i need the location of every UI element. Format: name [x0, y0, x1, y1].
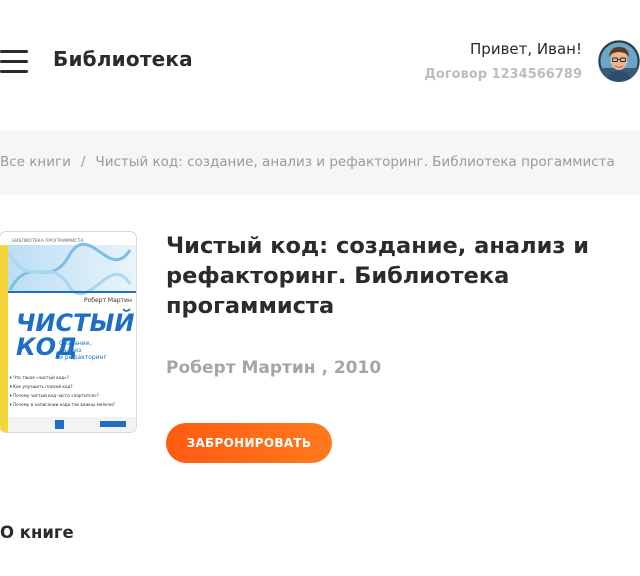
- cover-bullet: Почему чистый код часто «портится»?: [13, 393, 99, 398]
- avatar[interactable]: [598, 40, 640, 82]
- cover-subtitle-line3: и рефакторинг: [59, 354, 107, 361]
- about-book-heading: О книге: [0, 523, 74, 542]
- breadcrumb-separator: /: [80, 154, 86, 170]
- contract-number: Договор 1234566789: [424, 67, 582, 82]
- breadcrumb-current[interactable]: Чистый код: создание, анализ и рефактори…: [95, 154, 614, 170]
- menu-icon[interactable]: [0, 50, 28, 74]
- user-avatar-icon: [598, 40, 640, 82]
- cover-series: БИБЛИОТЕКА ПРОГРАММИСТА: [12, 238, 84, 244]
- cover-bullet: Почему в написании кода так важны мелочи…: [13, 402, 115, 407]
- app-title: Библиотека: [53, 47, 193, 71]
- breadcrumb-all-books-link[interactable]: Все книги: [0, 154, 71, 170]
- book-title: Чистый код: создание, анализ и рефактори…: [166, 233, 590, 319]
- book-cover: БИБЛИОТЕКА ПРОГРАММИСТА Роберт Мартин ЧИ…: [0, 232, 136, 432]
- header: Библиотека Привет, Иван! Договор 1234566…: [0, 0, 640, 124]
- breadcrumb: Все книги / Чистый код: создание, анализ и…: [0, 131, 640, 195]
- cover-subtitle-line2: анализ: [59, 347, 81, 354]
- reserve-button[interactable]: ЗАБРОНИРОВАТЬ: [166, 423, 332, 463]
- cover-author: Роберт Мартин: [84, 297, 132, 304]
- user-greeting: Привет, Иван!: [470, 40, 582, 58]
- cover-subtitle-line1: Создание,: [59, 340, 91, 347]
- cover-bullet: Что такое «чистый код»?: [13, 375, 69, 380]
- book-cover-image: БИБЛИОТЕКА ПРОГРАММИСТА Роберт Мартин ЧИ…: [0, 232, 136, 432]
- book-author-year: Роберт Мартин , 2010: [166, 358, 382, 378]
- cover-bullet: Как улучшить плохой код?: [13, 384, 73, 389]
